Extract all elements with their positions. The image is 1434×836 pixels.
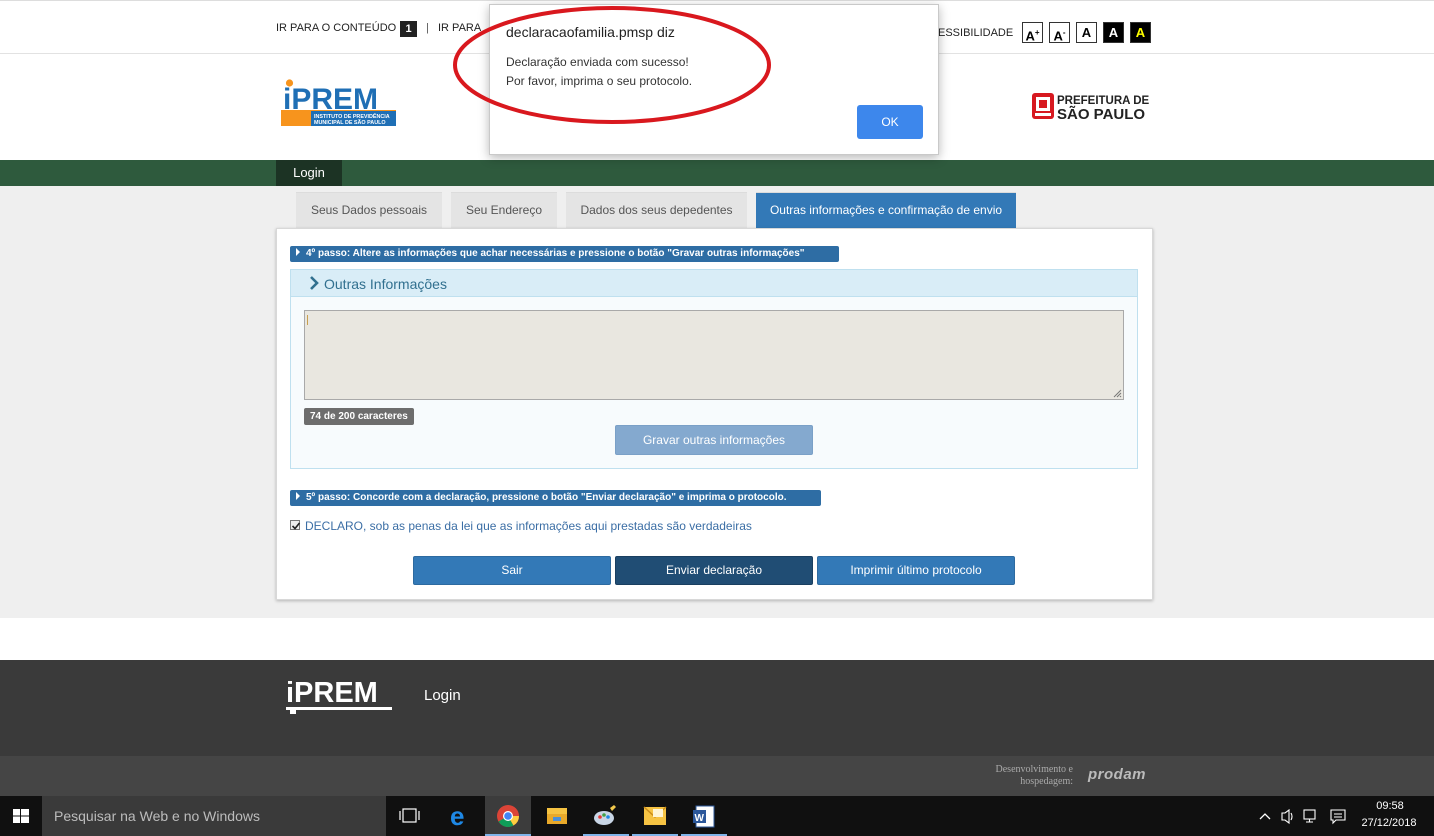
taskbar-clock-time[interactable]: 09:58: [1362, 800, 1418, 812]
skip-to-content-key: 1: [400, 21, 417, 37]
iprem-logo[interactable]: iPREM INSTITUTO DE PREVIDÊNCIA MUNICIPAL…: [281, 78, 396, 128]
declaration-label[interactable]: DECLARO, sob as penas da lei que as info…: [305, 519, 752, 533]
skip-to-menu-link[interactable]: IR PARA: [438, 22, 481, 34]
sp-logo-line2: SÃO PAULO: [1057, 105, 1145, 123]
dialog-message-line1: Declaração enviada com sucesso!: [506, 55, 689, 69]
file-explorer-icon[interactable]: [534, 796, 580, 836]
font-decrease-sup: -: [1062, 28, 1066, 37]
other-info-textarea[interactable]: [304, 310, 1124, 400]
caret-right-icon: [296, 248, 300, 257]
text-caret: [307, 315, 308, 325]
chevron-right-icon: [310, 276, 319, 290]
check-icon: [291, 522, 301, 530]
step4-instruction: 4º passo: Altere as informações que acha…: [290, 246, 839, 262]
contrast-dark-button[interactable]: A: [1103, 22, 1124, 43]
footer: [0, 660, 1434, 756]
main-navbar: Login: [0, 160, 1434, 186]
step5-instruction: 5º passo: Concorde com a declaração, pre…: [290, 490, 821, 506]
accessibility-label: ESSIBILIDADE: [938, 27, 1014, 39]
windows-taskbar: Pesquisar na Web e no Windows e W 09:58: [0, 796, 1434, 836]
volume-icon: [1281, 808, 1293, 825]
dialog-title: declaracaofamilia.pmsp diz: [506, 24, 675, 40]
caret-right-icon: [296, 492, 300, 501]
footer-dev-line2: hospedagem:: [1020, 776, 1073, 787]
font-increase-label: A: [1025, 28, 1035, 44]
font-increase-sup: +: [1034, 28, 1040, 37]
network-icon: [1303, 809, 1316, 823]
other-info-header: Outras Informações: [291, 270, 1137, 297]
font-reset-button[interactable]: A: [1076, 22, 1097, 43]
font-increase-button[interactable]: A+: [1022, 22, 1043, 43]
chrome-icon[interactable]: [485, 796, 531, 836]
send-declaration-button[interactable]: Enviar declaração: [615, 556, 813, 585]
alert-dialog: declaracaofamilia.pmsp diz Declaração en…: [489, 4, 939, 155]
skip-to-content-link[interactable]: IR PARA O CONTEÚDO: [276, 22, 396, 34]
paint-icon[interactable]: [583, 796, 629, 836]
other-info-title: Outras Informações: [324, 276, 447, 292]
save-other-info-button[interactable]: Gravar outras informações: [615, 425, 813, 455]
font-decrease-button[interactable]: A-: [1049, 22, 1070, 43]
notification-icon: [1330, 809, 1346, 825]
iprem-logo-sub2: MUNICIPAL DE SÃO PAULO: [314, 119, 386, 126]
dialog-ok-button[interactable]: OK: [857, 105, 923, 139]
step5-text: 5º passo: Concorde com a declaração, pre…: [306, 492, 787, 503]
char-count-badge: 74 de 200 caracteres: [304, 408, 414, 425]
tab-dependents[interactable]: Dados dos seus depedentes: [566, 192, 747, 228]
tab-other-info-confirmation[interactable]: Outras informações e confirmação de envi…: [756, 192, 1016, 228]
print-protocol-button[interactable]: Imprimir último protocolo: [817, 556, 1015, 585]
outlook-icon[interactable]: [632, 796, 678, 836]
skip-separator: |: [426, 22, 429, 34]
footer-login-link[interactable]: Login: [424, 687, 461, 704]
footer-bottom-bar: [0, 756, 1434, 796]
taskbar-clock-date[interactable]: 27/12/2018: [1354, 817, 1424, 829]
footer-dev-credit: Desenvolvimento e hospedagem:: [960, 764, 1073, 788]
svg-text:W: W: [695, 813, 705, 824]
tab-personal-data[interactable]: Seus Dados pessoais: [296, 192, 442, 228]
footer-logo-text: iPREM: [286, 677, 378, 709]
task-view-icon[interactable]: [387, 796, 433, 836]
nav-login-link[interactable]: Login: [276, 160, 342, 186]
dialog-message-line2: Por favor, imprima o seu protocolo.: [506, 74, 693, 88]
footer-dev-line1: Desenvolvimento e: [995, 764, 1073, 775]
chevron-up-icon: [1259, 813, 1271, 820]
step4-text: 4º passo: Altere as informações que acha…: [306, 248, 805, 259]
word-icon[interactable]: W: [681, 796, 727, 836]
start-button[interactable]: [0, 796, 42, 836]
edge-icon[interactable]: e: [437, 796, 483, 836]
prodam-logo[interactable]: prodam: [1088, 766, 1146, 783]
windows-logo-icon: [13, 809, 29, 823]
exit-button[interactable]: Sair: [413, 556, 611, 585]
taskbar-search-box[interactable]: Pesquisar na Web e no Windows: [42, 796, 386, 836]
prefeitura-sao-paulo-logo[interactable]: PREFEITURA DE SÃO PAULO: [1032, 91, 1152, 123]
footer-iprem-logo[interactable]: iPREM: [286, 672, 394, 714]
resize-handle-icon[interactable]: [1113, 389, 1122, 398]
tab-address[interactable]: Seu Endereço: [451, 192, 557, 228]
font-decrease-label: A: [1053, 28, 1063, 44]
contrast-yellow-button[interactable]: A: [1130, 22, 1151, 43]
iprem-logo-sub1: INSTITUTO DE PREVIDÊNCIA: [314, 112, 390, 120]
taskbar-search-placeholder: Pesquisar na Web e no Windows: [54, 808, 260, 824]
declaration-checkbox[interactable]: [290, 520, 301, 530]
svg-text:e: e: [450, 801, 464, 831]
